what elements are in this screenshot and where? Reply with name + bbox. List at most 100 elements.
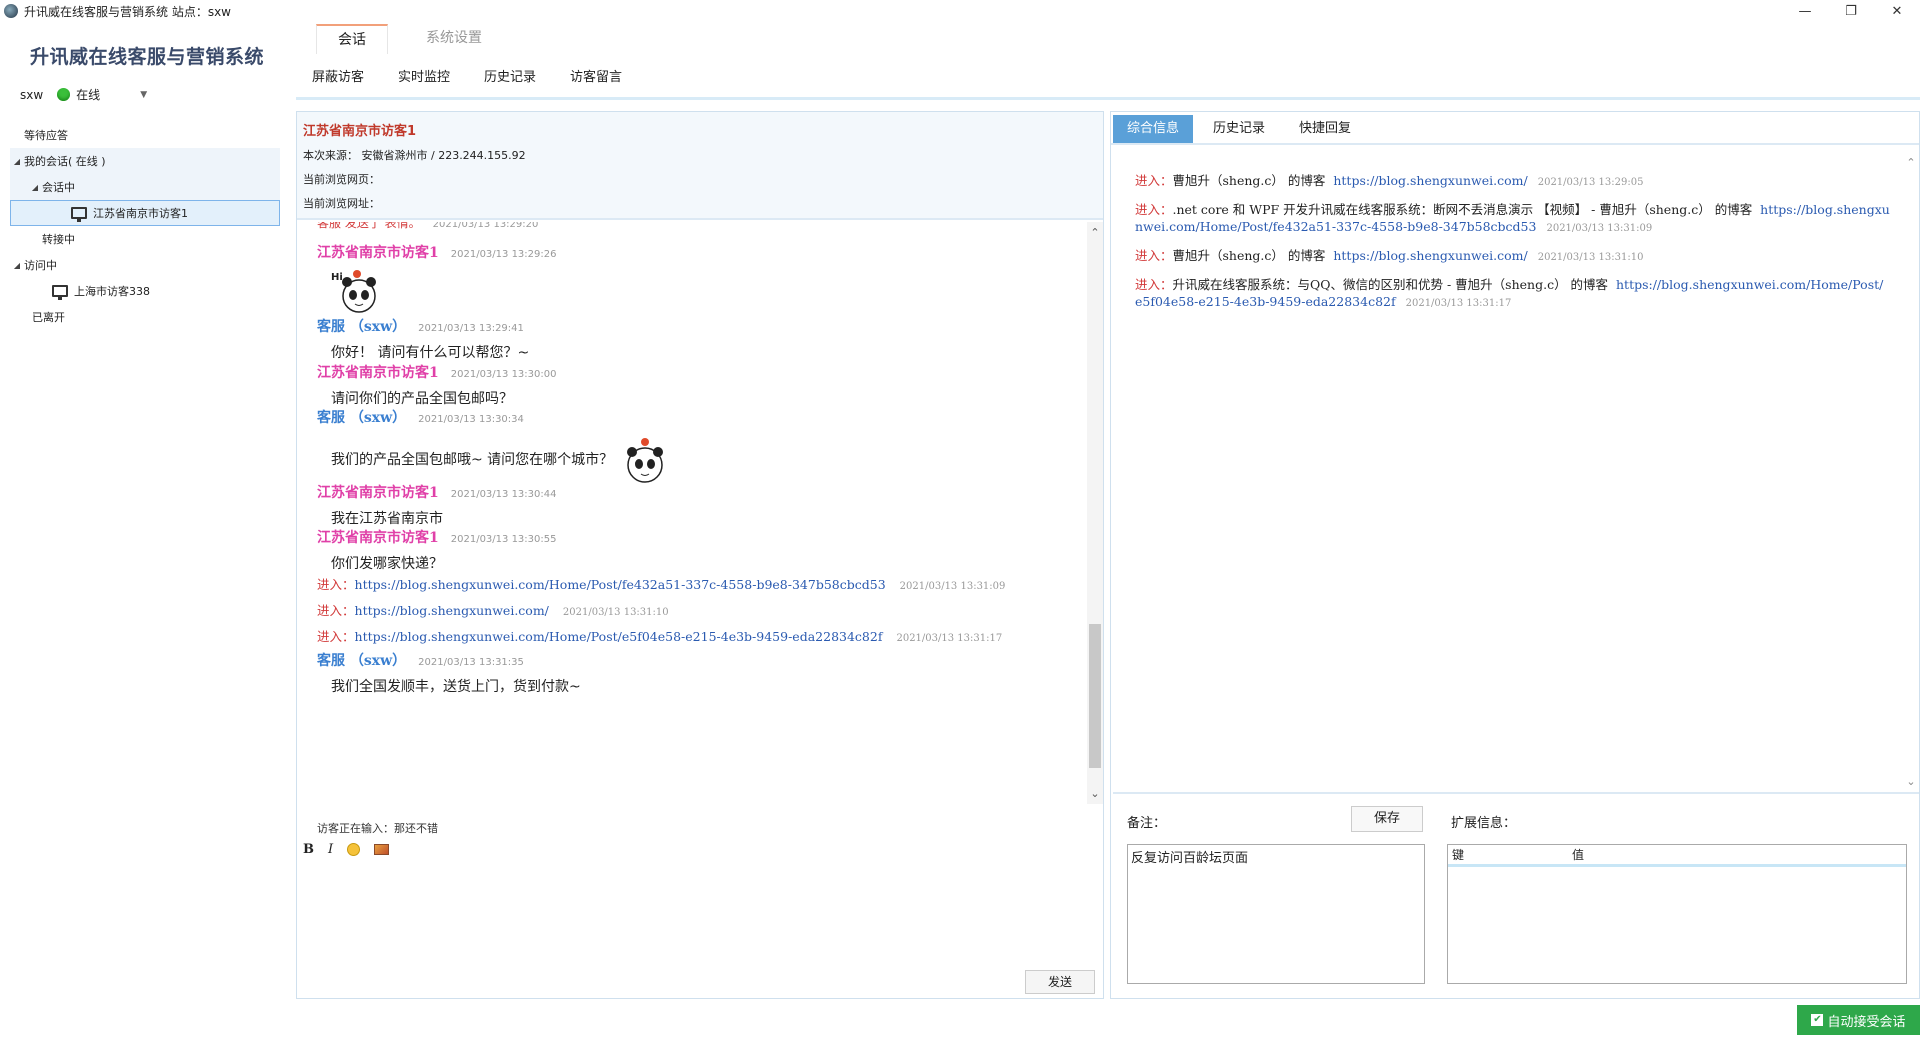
- bold-button[interactable]: B: [303, 842, 314, 857]
- visitor-current-page: 当前浏览网页：: [303, 173, 380, 186]
- tree-item-my-sessions[interactable]: ◢ 我的会话( 在线 ): [10, 148, 280, 174]
- tree-item-label: 我的会话( 在线 ): [24, 155, 106, 168]
- page-title: 升讯威在线客服系统：与QQ、微信的区别和优势 - 曹旭升（sheng.c） 的博…: [1172, 277, 1609, 292]
- user-status-row[interactable]: sxw 在线 ▼: [20, 86, 147, 103]
- save-note-button[interactable]: 保存: [1351, 806, 1423, 832]
- tab-quick-reply[interactable]: 快捷回复: [1285, 115, 1365, 143]
- scroll-up-icon[interactable]: ⌃: [1903, 156, 1919, 169]
- italic-button[interactable]: I: [328, 842, 333, 857]
- restore-button[interactable]: ❐: [1828, 0, 1874, 22]
- enter-label: 进入：: [1135, 173, 1173, 188]
- scroll-up-icon[interactable]: ⌃: [1087, 226, 1103, 239]
- tab-blocked-visitors[interactable]: 屏蔽访客: [312, 66, 364, 85]
- visit-url-link[interactable]: https://blog.shengxunwei.com/: [1333, 248, 1527, 263]
- auto-accept-toggle[interactable]: ✔ 自动接受会话: [1797, 1005, 1920, 1035]
- tab-session[interactable]: 会话: [316, 24, 388, 54]
- window-title: 升讯威在线客服与营销系统 站点：sxw: [24, 4, 231, 19]
- minimize-button[interactable]: —: [1782, 0, 1828, 22]
- scroll-down-icon[interactable]: ⌄: [1903, 775, 1919, 788]
- sender-name: 江苏省南京市访客1: [317, 365, 439, 381]
- visit-log: 进入：曹旭升（sheng.c） 的博客 https://blog.shengxu…: [1135, 172, 1890, 322]
- scroll-down-icon[interactable]: ⌄: [1087, 787, 1103, 800]
- image-icon[interactable]: [374, 844, 390, 855]
- message-visitor: 江苏省南京市访客1 2021/03/13 13:29:26 Hi: [317, 242, 556, 316]
- message-time: 2021/03/13 13:30:55: [450, 534, 557, 545]
- enter-label: 进入：: [317, 603, 355, 618]
- tree-item-transferring[interactable]: 转接中: [10, 226, 280, 252]
- tree-item-visitor-shanghai[interactable]: 上海市访客338: [10, 278, 280, 304]
- brand-title: 升讯威在线客服与营销系统: [30, 46, 265, 68]
- extended-info-table: 键 值: [1447, 844, 1907, 984]
- column-header-key[interactable]: 键: [1452, 846, 1572, 863]
- tree-item-left[interactable]: 已离开: [10, 304, 280, 330]
- message-input[interactable]: [301, 864, 1099, 960]
- tree-item-label: 等待应答: [24, 129, 68, 142]
- enter-url-link[interactable]: https://blog.shengxunwei.com/Home/Post/f…: [355, 577, 886, 592]
- tree-item-in-session[interactable]: ◢ 会话中: [10, 174, 280, 200]
- main-tabs: 会话 系统设置: [316, 24, 520, 54]
- tree-item-label: 访问中: [24, 259, 57, 272]
- info-panel: 综合信息 历史记录 快捷回复 进入：曹旭升（sheng.c） 的博客 https…: [1110, 111, 1920, 999]
- message-time: 2021/03/13 13:29:20: [432, 222, 539, 230]
- auto-accept-label: 自动接受会话: [1827, 1014, 1906, 1030]
- sender-name: 江苏省南京市访客1: [317, 245, 439, 261]
- sender-name: 客服 （sxw）: [317, 319, 407, 335]
- page-title: 曹旭升（sheng.c） 的博客: [1172, 248, 1326, 263]
- chevron-down-icon[interactable]: ▼: [140, 90, 147, 100]
- message-agent: 客服 （sxw） 2021/03/13 13:29:41 你好！ 请问有什么可以帮…: [317, 316, 529, 362]
- enter-label: 进入：: [1135, 277, 1173, 292]
- visit-time: 2021/03/13 13:31:09: [1546, 223, 1653, 234]
- tab-system-settings[interactable]: 系统设置: [418, 24, 490, 54]
- sender-name: 客服 （sxw）: [317, 410, 407, 426]
- visit-log-row: 进入：曹旭升（sheng.c） 的博客 https://blog.shengxu…: [1135, 247, 1890, 266]
- editor-toolbar: B I: [303, 842, 403, 857]
- enter-label: 进入：: [1135, 248, 1173, 263]
- tree-item-waiting[interactable]: 等待应答: [10, 122, 280, 148]
- enter-label: 进入：: [317, 577, 355, 592]
- tree-item-visitor-nanjing[interactable]: 江苏省南京市访客1: [10, 200, 280, 226]
- typing-indicator: 访客正在输入：那还不错: [317, 822, 438, 835]
- tree-item-visiting[interactable]: ◢ 访问中: [10, 252, 280, 278]
- expand-arrow-icon[interactable]: ◢: [10, 261, 24, 270]
- message-time: 2021/03/13 13:31:09: [899, 581, 1006, 592]
- extended-info-label: 扩展信息：: [1451, 816, 1517, 831]
- message-text: 你好！ 请问有什么可以帮您？~: [331, 345, 530, 361]
- visit-url-link[interactable]: https://blog.shengxunwei.com/: [1333, 173, 1527, 188]
- enter-label: 进入：: [317, 629, 355, 644]
- emoji-icon[interactable]: [347, 843, 361, 856]
- send-button[interactable]: 发送: [1025, 970, 1095, 994]
- message-partial: 客服 发送了 表情。 2021/03/13 13:29:20: [317, 222, 538, 231]
- online-status-icon: [57, 88, 71, 101]
- message-body: 我们的产品全国包邮哦~ 请问您在哪个城市？: [331, 435, 672, 485]
- tab-visitor-messages[interactable]: 访客留言: [570, 66, 622, 85]
- visit-log-scrollbar[interactable]: ⌃ ⌄: [1903, 152, 1919, 792]
- checkbox-checked-icon[interactable]: ✔: [1811, 1014, 1824, 1026]
- sub-tabs: 屏蔽访客 实时监控 历史记录 访客留言: [312, 66, 656, 85]
- status-text: 在线: [76, 88, 101, 102]
- sender-name: 客服 （sxw）: [317, 653, 407, 669]
- message-agent: 客服 （sxw） 2021/03/13 13:31:35 我们全国发顺丰，送货上门…: [317, 650, 581, 696]
- message-list[interactable]: 客服 发送了 表情。 2021/03/13 13:29:20 江苏省南京市访客1 2…: [297, 222, 1087, 804]
- tab-realtime-monitor[interactable]: 实时监控: [398, 66, 450, 85]
- page-enter-event: 进入：https://blog.shengxunwei.com/Home/Pos…: [317, 574, 1005, 593]
- sender-name: 江苏省南京市访客1: [317, 530, 439, 546]
- message-scrollbar[interactable]: ⌃ ⌄: [1087, 222, 1103, 804]
- visit-time: 2021/03/13 13:29:05: [1537, 177, 1644, 188]
- divider: [296, 97, 1920, 100]
- column-header-value[interactable]: 值: [1572, 846, 1584, 863]
- page-title: .net core 和 WPF 开发升讯威在线客服系统：断网不丢消息演示 【视频…: [1172, 202, 1753, 217]
- tab-general-info[interactable]: 综合信息: [1113, 115, 1194, 143]
- scrollbar-thumb[interactable]: [1089, 624, 1101, 768]
- page-title: 曹旭升（sheng.c） 的博客: [1172, 173, 1326, 188]
- tab-history[interactable]: 历史记录: [484, 66, 536, 85]
- expand-arrow-icon[interactable]: ◢: [10, 157, 24, 166]
- close-button[interactable]: ✕: [1874, 0, 1920, 22]
- panda-sticker-icon: [626, 438, 663, 483]
- note-textarea[interactable]: 反复访问百龄坛页面: [1127, 844, 1425, 984]
- enter-url-link[interactable]: https://blog.shengxunwei.com/: [355, 603, 549, 618]
- tab-visit-history[interactable]: 历史记录: [1199, 115, 1279, 143]
- expand-arrow-icon[interactable]: ◢: [28, 183, 42, 192]
- visit-time: 2021/03/13 13:31:10: [1537, 252, 1644, 263]
- message-time: 2021/03/13 13:31:17: [896, 633, 1003, 644]
- enter-url-link[interactable]: https://blog.shengxunwei.com/Home/Post/e…: [355, 629, 883, 644]
